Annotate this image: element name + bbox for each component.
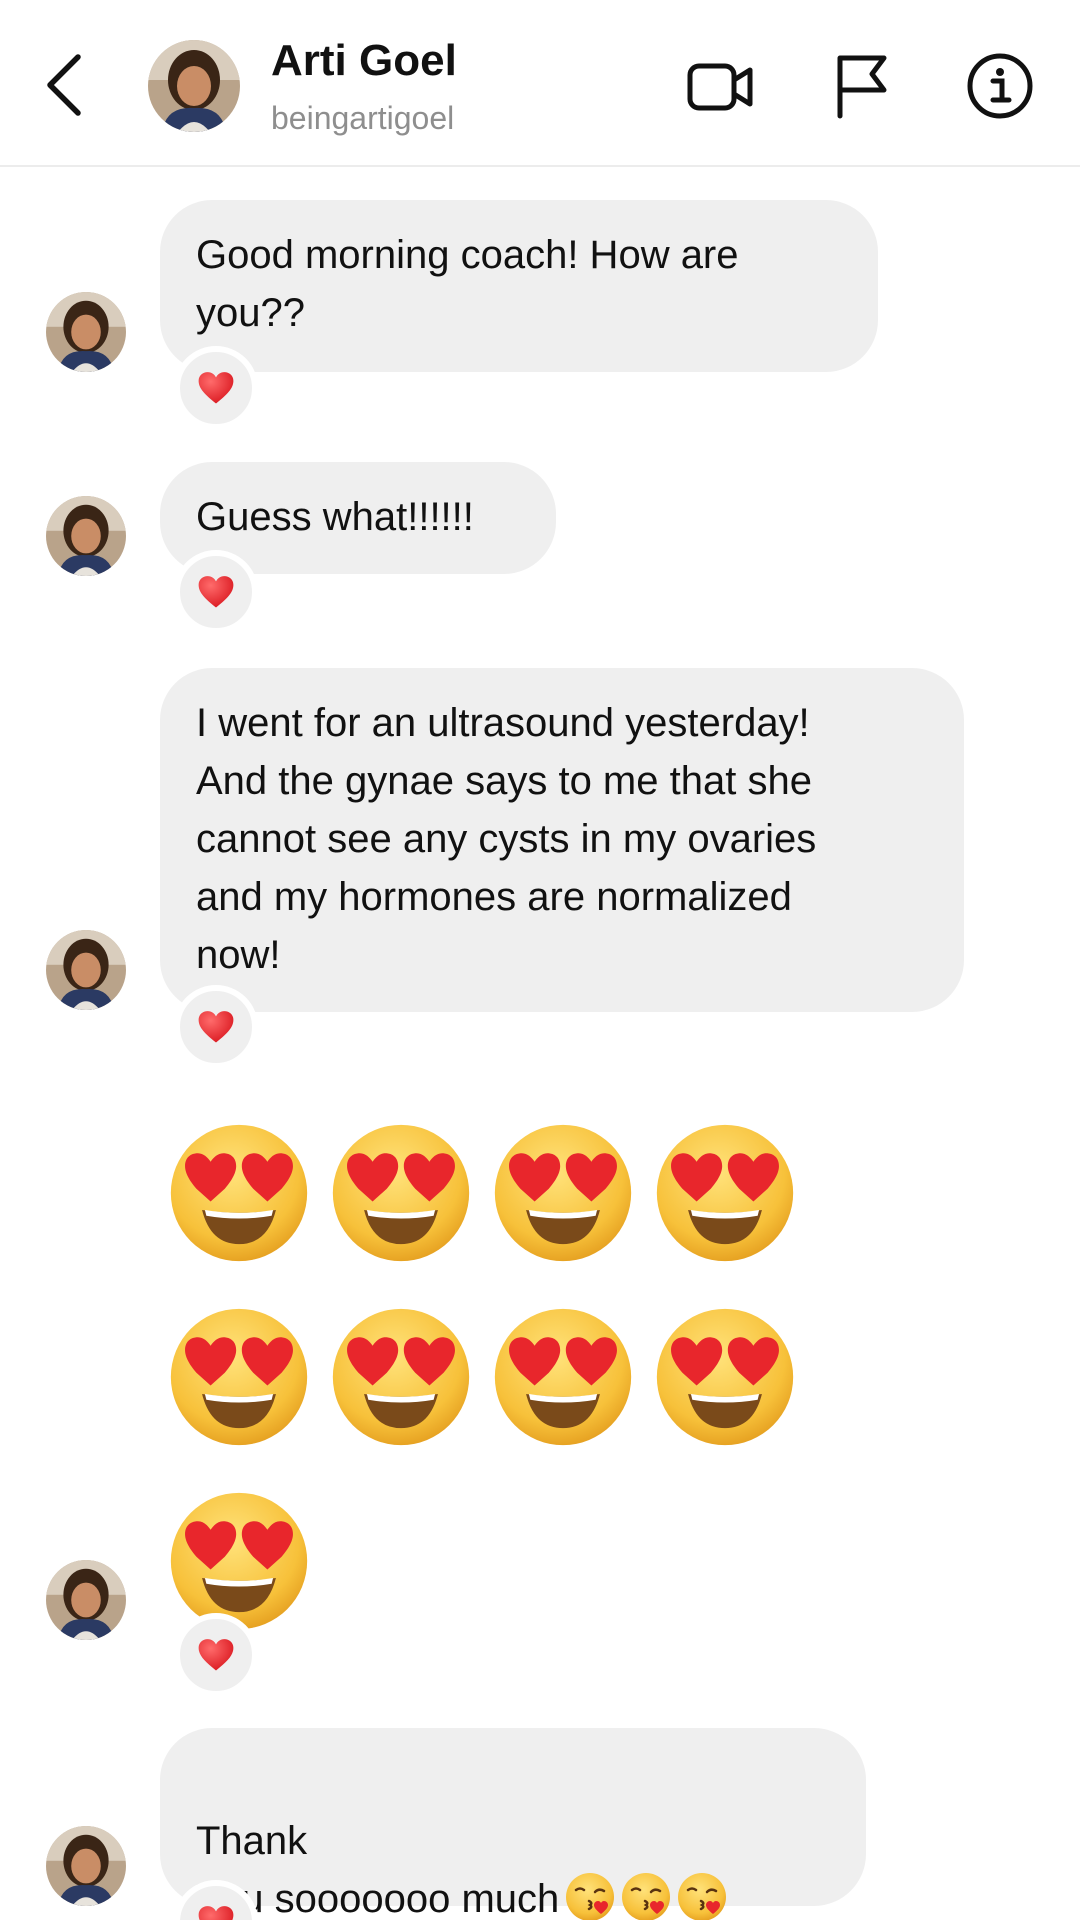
message-bubble[interactable]: Thank You sooooooo much: [160, 1728, 866, 1920]
avatar-photo: [46, 1560, 126, 1640]
info-icon: [967, 53, 1033, 119]
sender-avatar[interactable]: [46, 1560, 126, 1640]
heart-eyes-emoji: [492, 1122, 634, 1264]
red-heart-icon: [197, 575, 235, 609]
sender-avatar[interactable]: [46, 496, 126, 576]
report-button[interactable]: [826, 50, 898, 122]
red-heart-icon: [197, 1638, 235, 1672]
heart-eyes-emoji: [492, 1306, 634, 1448]
chat-header: Arti Goel beingartigoel: [0, 0, 1080, 167]
heart-eyes-emoji: [330, 1306, 472, 1448]
heart-reaction[interactable]: [174, 985, 258, 1069]
chevron-left-icon: [47, 54, 81, 116]
emoji-message-row[interactable]: [168, 1306, 796, 1448]
kissing-heart-emoji: [621, 1872, 671, 1920]
heart-eyes-emoji: [654, 1122, 796, 1264]
avatar-photo: [46, 1826, 126, 1906]
video-camera-icon: [687, 63, 753, 111]
emoji-message-row[interactable]: [168, 1122, 796, 1264]
video-call-button[interactable]: [686, 50, 758, 122]
message-bubble[interactable]: I went for an ultrasound yesterday! And …: [160, 668, 964, 1012]
avatar-photo: [46, 930, 126, 1010]
red-heart-icon: [197, 1010, 235, 1044]
heart-eyes-emoji: [168, 1306, 310, 1448]
message-bubble[interactable]: Good morning coach! How are you??: [160, 200, 878, 372]
heart-eyes-emoji: [330, 1122, 472, 1264]
sender-avatar[interactable]: [46, 930, 126, 1010]
avatar-photo: [148, 40, 240, 132]
kissing-heart-emoji: [565, 1872, 615, 1920]
sender-avatar[interactable]: [46, 292, 126, 372]
heart-reaction[interactable]: [174, 1613, 258, 1697]
back-button[interactable]: [36, 45, 96, 125]
red-heart-icon: [197, 1905, 235, 1920]
contact-avatar[interactable]: [148, 40, 240, 132]
contact-handle[interactable]: beingartigoel: [271, 100, 454, 137]
kissing-heart-emoji: [677, 1872, 727, 1920]
contact-name[interactable]: Arti Goel: [271, 36, 457, 86]
direct-message-screen: Arti Goel beingartigoel Good morning coa…: [0, 0, 1080, 1920]
heart-eyes-emoji: [168, 1490, 310, 1632]
red-heart-icon: [197, 371, 235, 405]
heart-eyes-emoji: [168, 1122, 310, 1264]
sender-avatar[interactable]: [46, 1826, 126, 1906]
heart-reaction[interactable]: [174, 550, 258, 634]
flag-icon: [837, 55, 887, 119]
emoji-message-row[interactable]: [168, 1490, 310, 1632]
heart-eyes-emoji: [654, 1306, 796, 1448]
avatar-photo: [46, 496, 126, 576]
heart-reaction[interactable]: [174, 346, 258, 430]
avatar-photo: [46, 292, 126, 372]
info-button[interactable]: [964, 50, 1036, 122]
